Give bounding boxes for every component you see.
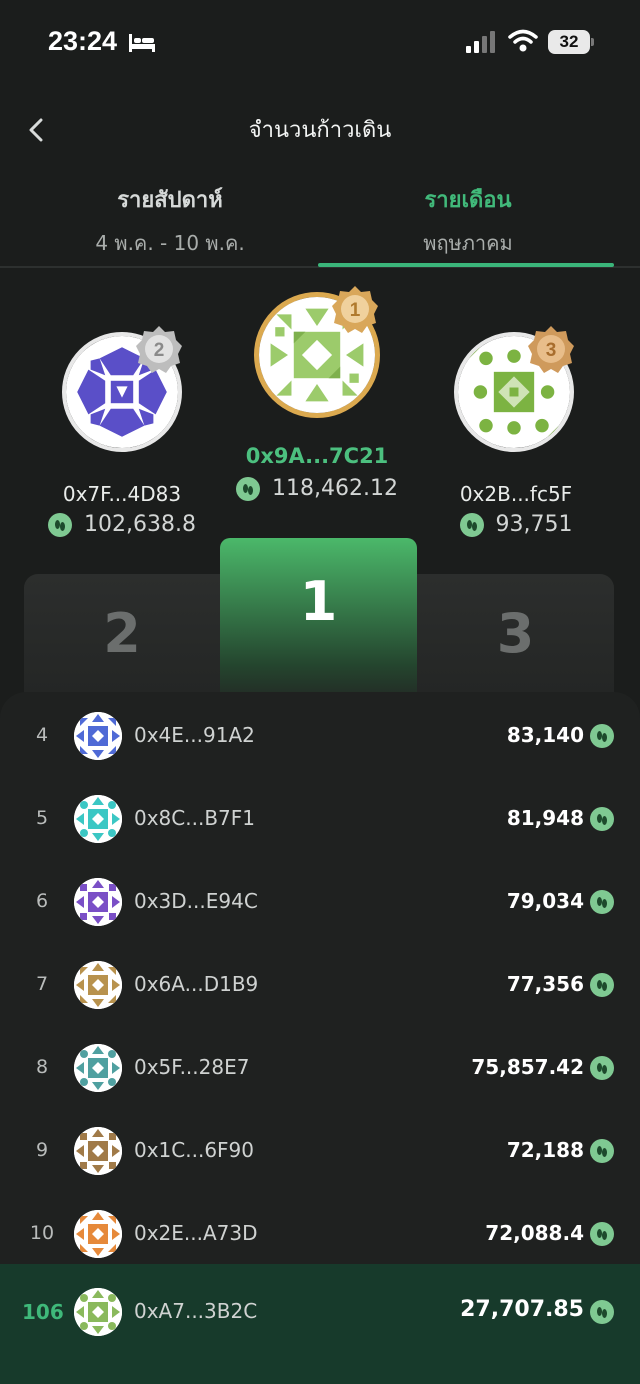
wallet-address: 0x4E...91A2 (134, 723, 255, 747)
rank-number: 106 (22, 1300, 64, 1324)
wallet-address: 0x1C...6F90 (134, 1138, 254, 1162)
page-title: จำนวนก้าวเดิน (248, 118, 392, 143)
step-score: 27,707.85 (460, 1297, 584, 1322)
tab-label: รายสัปดาห์ (117, 188, 223, 213)
rank-number: 9 (35, 1139, 49, 1161)
step-score: 79,034 (506, 889, 584, 913)
footsteps-icon (590, 1300, 614, 1324)
rank-number: 8 (35, 1056, 49, 1078)
rank-number: 10 (29, 1222, 55, 1244)
battery-indicator: 32 (548, 30, 594, 54)
step-score: 83,140 (506, 723, 584, 747)
tab-month: พฤษภาคม (423, 231, 513, 255)
avatar (74, 961, 122, 1009)
avatar (74, 878, 122, 926)
step-score: 72,188 (506, 1138, 584, 1162)
second-place-score: 102,638.8 (2, 512, 242, 537)
podium-rank: 1 (299, 570, 338, 633)
tab-weekly[interactable]: รายสัปดาห์ 4 พ.ค. - 10 พ.ค. (20, 182, 320, 259)
wallet-address: 0x5F...28E7 (134, 1055, 250, 1079)
avatar (74, 795, 122, 843)
step-score: 81,948 (506, 806, 584, 830)
tab-label: รายเดือน (424, 188, 512, 213)
leaderboard-row[interactable]: 4 0x4E...91A2 83,140 (0, 706, 640, 766)
footsteps-icon (48, 512, 73, 537)
avatar (74, 1210, 122, 1258)
footsteps-icon (590, 724, 614, 748)
third-place-address: 0x2B...fc5F (459, 482, 573, 506)
score-value: 93,751 (495, 512, 573, 537)
wallet-address: 0x2E...A73D (134, 1221, 258, 1245)
podium-block-first: 1 (220, 538, 417, 708)
avatar (74, 1288, 122, 1336)
first-place-score: 118,462.12 (197, 476, 437, 501)
tab-monthly[interactable]: รายเดือน พฤษภาคม (318, 182, 618, 259)
footsteps-icon (590, 973, 614, 997)
score-value: 102,638.8 (84, 512, 196, 537)
avatar (74, 1044, 122, 1092)
podium-rank: 3 (496, 602, 535, 665)
bed-icon (129, 34, 155, 52)
leaderboard-row[interactable]: 7 0x6A...D1B9 77,356 (0, 955, 640, 1015)
third-place-score: 93,751 (396, 512, 636, 537)
wallet-address: 0xA7...3B2C (134, 1299, 258, 1323)
avatar (74, 712, 122, 760)
leaderboard-row[interactable]: 9 0x1C...6F90 72,188 (0, 1121, 640, 1181)
podium-rank: 2 (103, 602, 141, 665)
rank-number: 4 (35, 724, 49, 746)
leaderboard-row[interactable]: 6 0x3D...E94C 79,034 (0, 872, 640, 932)
rank-number: 7 (35, 973, 49, 995)
my-rank-row[interactable]: 106 0xA7...3B2C 27,707.85 (0, 1282, 640, 1342)
wallet-address: 0x6A...D1B9 (134, 972, 259, 996)
leaderboard-row[interactable]: 5 0x8C...B7F1 81,948 (0, 789, 640, 849)
first-place-address: 0x9A...7C21 (245, 444, 389, 468)
medal-icon-gold: 1 (332, 286, 378, 333)
leaderboard-row[interactable]: 10 0x2E...A73D 72,088.4 (0, 1204, 640, 1264)
footsteps-icon (590, 1222, 614, 1246)
tab-date-range: 4 พ.ค. - 10 พ.ค. (95, 231, 245, 255)
medal-icon-bronze: 3 (528, 326, 574, 373)
rank-number: 5 (35, 807, 49, 829)
footsteps-icon (236, 476, 261, 501)
leaderboard-row[interactable]: 8 0x5F...28E7 75,857.42 (0, 1038, 640, 1098)
wallet-address: 0x8C...B7F1 (134, 806, 255, 830)
status-time: 23:24 (48, 26, 118, 56)
svg-text:2: 2 (154, 340, 165, 361)
svg-text:1: 1 (350, 300, 361, 321)
step-score: 75,857.42 (471, 1055, 584, 1079)
wifi-icon (508, 29, 538, 52)
footsteps-icon (590, 1056, 614, 1080)
footsteps-icon (590, 1139, 614, 1163)
step-score: 72,088.4 (485, 1221, 584, 1245)
status-bar: 23:24 32 (0, 0, 640, 88)
battery-level: 32 (548, 30, 590, 54)
score-value: 118,462.12 (272, 476, 398, 501)
rank-number: 6 (35, 890, 49, 912)
medal-icon-silver: 2 (136, 326, 182, 373)
svg-text:3: 3 (546, 340, 557, 361)
footsteps-icon (590, 807, 614, 831)
avatar (74, 1127, 122, 1175)
wallet-address: 0x3D...E94C (134, 889, 258, 913)
active-tab-indicator (318, 263, 614, 267)
signal-icon (466, 31, 495, 53)
footsteps-icon (590, 890, 614, 914)
footsteps-icon (459, 512, 484, 537)
step-score: 77,356 (506, 972, 584, 996)
